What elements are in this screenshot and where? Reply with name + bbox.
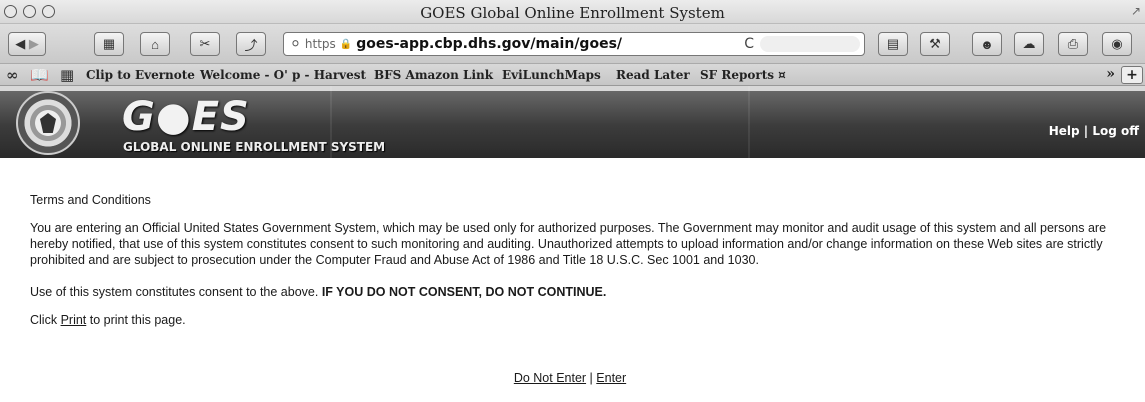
consent-notice: Use of this system constitutes consent t… (30, 284, 606, 300)
bookmark-item[interactable]: SF Reports ¤ (700, 68, 786, 82)
bookmarks-bar: ∞ 📖 ▦ Clip to Evernote Welcome - O' p - … (0, 64, 1145, 86)
enter-link[interactable]: Enter (596, 371, 626, 385)
bookmark-item[interactable]: Clip to Evernote (86, 68, 195, 82)
consent-text: Use of this system constitutes consent t… (30, 285, 322, 299)
forward-icon[interactable]: ▶ (29, 36, 39, 52)
add-bookmark-button[interactable]: + (1121, 66, 1143, 84)
address-bar[interactable]: ⚪ https 🔒 goes-app.cbp.dhs.gov/main/goes… (283, 32, 865, 56)
extension-button[interactable]: ◉ (1102, 32, 1132, 56)
page-title: Terms and Conditions (30, 193, 151, 207)
back-icon[interactable]: ◀ (15, 36, 25, 52)
scissors-icon: ✂ (199, 36, 211, 51)
reader-button[interactable]: ▤ (878, 32, 908, 56)
goes-subtitle: GLOBAL ONLINE ENROLLMENT SYSTEM (123, 140, 386, 154)
link-separator: | (1079, 124, 1093, 138)
bookmark-item[interactable]: EviLunchMaps (502, 68, 601, 82)
home-icon: ⌂ (151, 36, 159, 52)
snip-button[interactable]: ✂ (190, 32, 220, 56)
dhs-seal-icon (16, 91, 80, 155)
print-suffix: to print this page. (86, 313, 186, 327)
link-separator: | (586, 371, 597, 385)
printer-icon: ⎙ (1067, 36, 1079, 51)
terms-paragraph: You are entering an Official United Stat… (30, 221, 1107, 267)
window-titlebar: GOES Global Online Enrollment System ↗ (0, 0, 1145, 24)
bookmark-item[interactable]: Read Later (616, 68, 690, 82)
eagle-icon (40, 113, 56, 133)
tools-button[interactable]: ⚒ (920, 32, 950, 56)
browser-toolbar: ◀ ▶ ▦ ⌂ ✂ ⤴ ⚪ https 🔒 goes-app.cbp.dhs.g… (0, 24, 1145, 64)
more-bookmarks-button[interactable]: » (1106, 66, 1115, 82)
bookmark-manager-button[interactable]: ☻ (972, 32, 1002, 56)
help-link[interactable]: Help (1049, 124, 1080, 138)
print-link[interactable]: Print (61, 313, 87, 327)
banner-watermark (330, 86, 750, 158)
person-icon: ☻ (980, 36, 994, 52)
globe-icon: ⚪ (290, 36, 301, 52)
bookmark-item[interactable]: BFS Amazon Link (374, 68, 493, 82)
search-field[interactable] (760, 36, 860, 52)
wrench-icon: ⚒ (929, 36, 941, 51)
print-instruction: Click Print to print this page. (30, 312, 186, 328)
print-button[interactable]: ⎙ (1058, 32, 1088, 56)
bookmark-item[interactable]: Welcome - O' p - Harvest (200, 68, 366, 82)
goes-logo: G●ES (122, 94, 250, 140)
reading-list-icon[interactable]: ∞ (6, 66, 19, 84)
window-title: GOES Global Online Enrollment System (420, 4, 725, 22)
do-not-enter-link[interactable]: Do Not Enter (514, 371, 586, 385)
fullscreen-icon[interactable]: ↗ (1131, 4, 1141, 18)
circle-icon: ◉ (1111, 36, 1123, 51)
goes-banner: G●ES GLOBAL ONLINE ENROLLMENT SYSTEM Hel… (0, 86, 1145, 158)
apps-grid-icon[interactable]: ▦ (60, 66, 74, 84)
url-protocol: https (304, 37, 336, 51)
url-text[interactable]: goes-app.cbp.dhs.gov/main/goes/ (356, 36, 622, 52)
log-off-link[interactable]: Log off (1092, 124, 1139, 138)
cloud-button[interactable]: ☁ (1014, 32, 1044, 56)
consent-warning: IF YOU DO NOT CONSENT, DO NOT CONTINUE. (321, 285, 607, 299)
lock-icon: 🔒 (339, 38, 353, 50)
cloud-icon: ☁ (1022, 36, 1036, 51)
entry-links: Do Not Enter | Enter (30, 370, 1110, 386)
grid-icon: ▦ (102, 36, 116, 51)
home-button[interactable]: ⌂ (140, 32, 170, 56)
banner-links: Help | Log off (1049, 124, 1139, 138)
share-button[interactable]: ⤴ (236, 32, 266, 56)
top-sites-button[interactable]: ▦ (94, 32, 124, 56)
print-prefix: Click (30, 313, 61, 327)
reader-icon: ▤ (886, 36, 900, 51)
book-icon[interactable]: 📖 (30, 66, 49, 84)
reload-button[interactable]: C (744, 36, 754, 52)
back-forward-button[interactable]: ◀ ▶ (8, 32, 46, 56)
share-icon: ⤴ (244, 37, 258, 53)
